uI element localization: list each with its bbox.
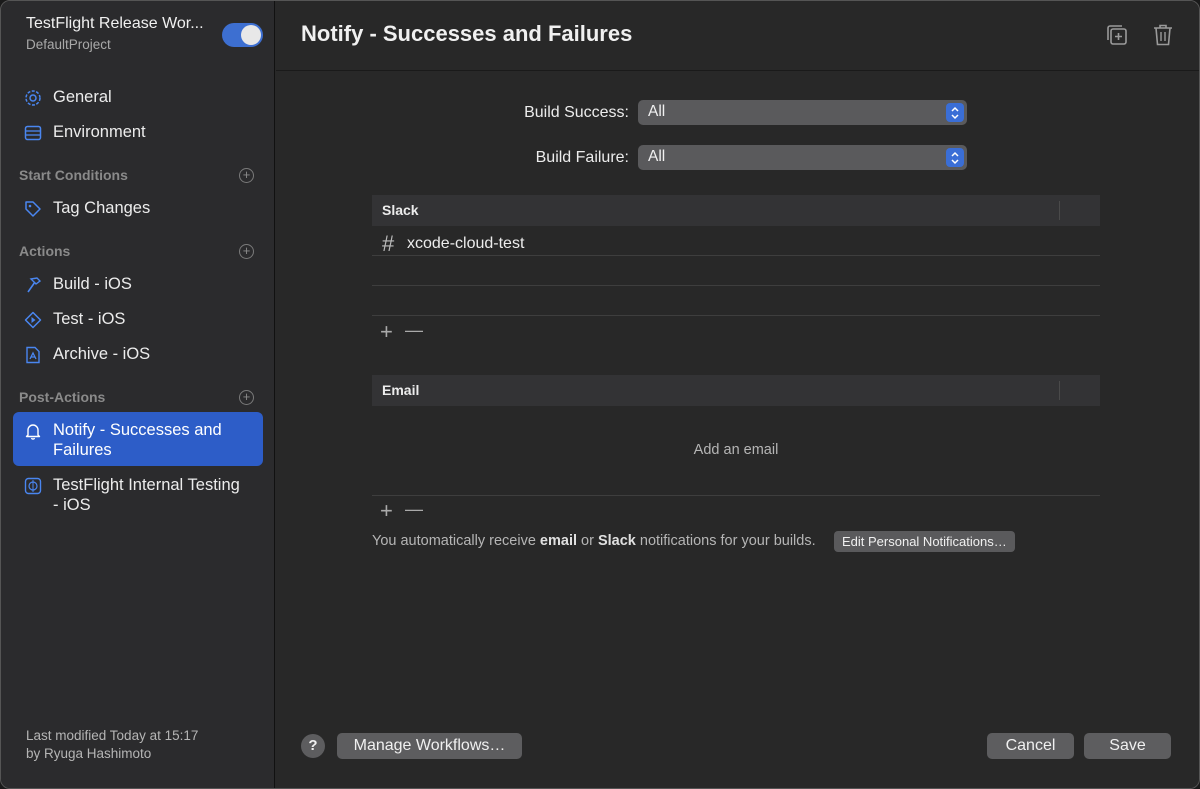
sidebar-item-testflight-internal[interactable]: TestFlight Internal Testing - iOS: [13, 475, 263, 515]
sidebar-item-label: Archive - iOS: [53, 345, 151, 363]
help-button[interactable]: ?: [301, 734, 325, 758]
manage-workflows-button[interactable]: Manage Workflows…: [337, 733, 522, 759]
section-start-conditions: Start Conditions: [19, 167, 128, 183]
archive-app-icon: [13, 344, 53, 364]
workflow-editor-window: TestFlight Release Wor... DefaultProject…: [0, 0, 1200, 789]
email-empty-placeholder: Add an email: [693, 442, 779, 458]
add-start-condition-button[interactable]: +: [239, 168, 254, 183]
table-row-divider: [372, 285, 1100, 286]
workflow-enabled-toggle[interactable]: [222, 23, 263, 47]
notice-text: You automatically receive: [372, 533, 540, 549]
sidebar-item-notify[interactable]: Notify - Successes and Failures: [13, 412, 263, 466]
slack-channel-row[interactable]: # xcode-cloud-test: [382, 231, 524, 257]
duplicate-icon[interactable]: [1105, 23, 1129, 52]
notice-slack: Slack: [597, 533, 636, 549]
hammer-icon: [13, 274, 53, 294]
sidebar-item-label: Build - iOS: [53, 275, 132, 293]
add-slack-button[interactable]: +: [380, 321, 393, 343]
sidebar-item-environment[interactable]: Environment: [13, 122, 263, 142]
section-actions: Actions: [19, 243, 71, 259]
sidebar-item-general[interactable]: General: [13, 87, 263, 107]
email-table-header: Email: [372, 375, 1100, 406]
chevron-updown-icon: [946, 148, 964, 167]
toggle-knob: [241, 25, 261, 45]
hash-icon: #: [382, 231, 395, 256]
table-row-divider: [372, 255, 1100, 256]
cancel-button[interactable]: Cancel: [987, 733, 1074, 759]
build-success-value: All: [648, 103, 666, 120]
notice-text: or: [577, 533, 598, 549]
build-success-label: Build Success:: [524, 104, 629, 121]
table-row-divider: [372, 315, 1100, 316]
sidebar: TestFlight Release Wor... DefaultProject…: [1, 1, 275, 788]
sidebar-item-tag-changes[interactable]: Tag Changes: [13, 198, 263, 218]
bell-icon: [13, 420, 53, 440]
add-email-button[interactable]: +: [380, 500, 393, 522]
panel-header: Notify - Successes and Failures: [276, 1, 1199, 71]
slack-channel-name: xcode-cloud-test: [407, 235, 525, 252]
slack-header-label: Slack: [382, 202, 419, 218]
page-title: Notify - Successes and Failures: [301, 21, 633, 46]
notice-email: email: [539, 533, 578, 549]
column-divider: [1059, 381, 1060, 400]
server-icon: [13, 122, 53, 142]
column-divider: [1059, 201, 1060, 220]
remove-slack-button[interactable]: —: [405, 320, 423, 340]
last-modified: Last modified Today at 15:17 by Ryuga Ha…: [26, 727, 198, 763]
last-modified-date: Last modified Today at 15:17: [26, 728, 199, 743]
gear-icon: [13, 87, 53, 107]
last-modified-author: by Ryuga Hashimoto: [26, 746, 152, 761]
notice-text: notifications for your builds.: [635, 533, 816, 549]
main-panel: Notify - Successes and Failures Build Su…: [276, 1, 1199, 788]
play-diamond-icon: [13, 309, 53, 329]
build-failure-select[interactable]: All: [638, 145, 967, 170]
edit-personal-notifications-button[interactable]: Edit Personal Notifications…: [834, 531, 1015, 552]
build-failure-label: Build Failure:: [535, 149, 629, 166]
sidebar-item-label: Tag Changes: [53, 199, 151, 217]
remove-email-button[interactable]: —: [405, 499, 423, 519]
project-name: DefaultProject: [26, 37, 111, 52]
sidebar-item-label: Environment: [53, 123, 146, 141]
add-action-button[interactable]: +: [239, 244, 254, 259]
section-post-actions: Post-Actions: [19, 389, 106, 405]
sidebar-item-label: Notify - Successes and Failures: [53, 421, 222, 459]
testflight-icon: [13, 475, 53, 495]
sidebar-item-label: Test - iOS: [53, 310, 126, 328]
chevron-updown-icon: [946, 103, 964, 122]
workflow-title: TestFlight Release Wor...: [26, 15, 204, 32]
notifications-notice: You automatically receive email or Slack…: [372, 533, 816, 549]
sidebar-item-label: General: [53, 88, 112, 106]
sidebar-item-test-ios[interactable]: Test - iOS: [13, 309, 263, 329]
sidebar-item-build-ios[interactable]: Build - iOS: [13, 274, 263, 294]
save-button[interactable]: Save: [1084, 733, 1171, 759]
build-failure-value: All: [648, 148, 666, 165]
sidebar-item-archive-ios[interactable]: Archive - iOS: [13, 344, 263, 364]
trash-icon[interactable]: [1152, 23, 1174, 52]
tag-icon: [13, 198, 53, 218]
build-success-select[interactable]: All: [638, 100, 967, 125]
add-post-action-button[interactable]: +: [239, 390, 254, 405]
sidebar-item-label: TestFlight Internal Testing - iOS: [53, 476, 240, 514]
email-header-label: Email: [382, 382, 420, 398]
table-row-divider: [372, 495, 1100, 496]
slack-table-header: Slack: [372, 195, 1100, 226]
